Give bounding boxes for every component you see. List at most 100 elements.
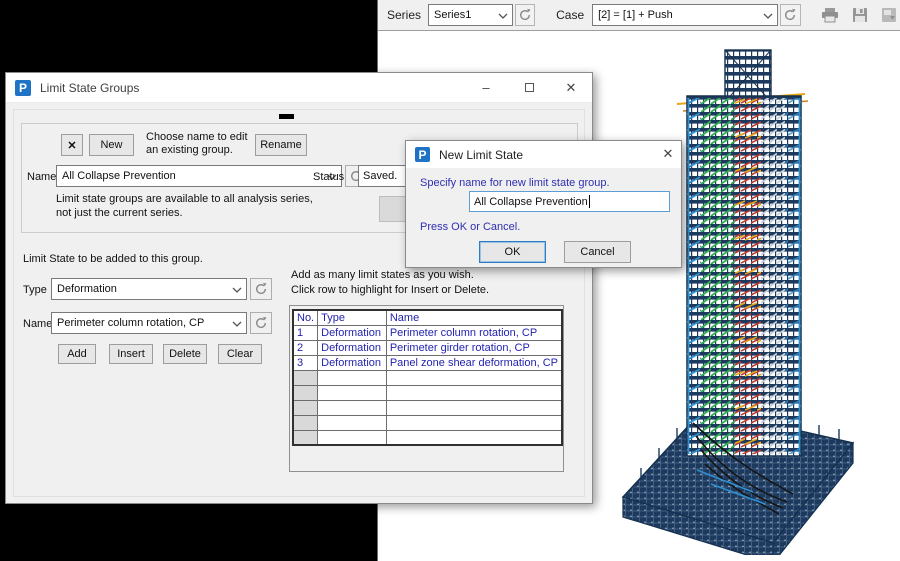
lsg-titlebar[interactable]: P Limit State Groups – ✕ — [6, 73, 592, 103]
type-value: Deformation — [57, 283, 117, 295]
table-row[interactable]: 2DeformationPerimeter girder rotation, C… — [293, 340, 562, 355]
table-cell[interactable]: Perimeter column rotation, CP — [386, 325, 562, 340]
input-text: All Collapse Prevention — [474, 196, 588, 208]
modal-instruction: Press OK or Cancel. — [420, 221, 520, 233]
add-section-heading: Limit State to be added to this group. — [23, 253, 203, 265]
table-cell[interactable]: Deformation — [318, 325, 387, 340]
rename-button[interactable]: Rename — [255, 134, 307, 156]
top-toolbar: Series Series1 Case [2] = [1] + Push — [378, 0, 900, 31]
table-row[interactable] — [293, 400, 562, 415]
table-cell[interactable] — [293, 385, 318, 400]
table-cell[interactable] — [318, 385, 387, 400]
group-name-value: All Collapse Prevention — [62, 170, 176, 182]
new-limit-state-input[interactable]: All Collapse Prevention — [469, 191, 670, 212]
case-refresh-button[interactable] — [780, 4, 801, 26]
chevron-down-icon — [232, 287, 242, 293]
save-button[interactable] — [848, 4, 871, 26]
refresh-icon — [254, 316, 268, 330]
table-row[interactable]: 3DeformationPanel zone shear deformation… — [293, 355, 562, 370]
group-name-dropdown[interactable]: All Collapse Prevention — [56, 165, 342, 187]
print-button[interactable] — [819, 4, 842, 26]
table-cell[interactable] — [318, 415, 387, 430]
table-header-row: No. Type Name — [293, 310, 562, 325]
add-button[interactable]: Add — [58, 344, 96, 364]
ls-name-value: Perimeter column rotation, CP — [57, 317, 204, 329]
table-cell[interactable] — [386, 415, 562, 430]
series-label: Series — [387, 8, 421, 22]
limit-state-groups-dialog: P Limit State Groups – ✕ ✕ New Choose na… — [5, 72, 593, 504]
modal-prompt: Specify name for new limit state group. — [420, 177, 610, 189]
ok-button[interactable]: OK — [479, 241, 546, 263]
type-dropdown[interactable]: Deformation — [51, 278, 247, 300]
ls-name-dropdown[interactable]: Perimeter column rotation, CP — [51, 312, 247, 334]
close-button[interactable]: ✕ — [556, 73, 586, 102]
limit-state-table-frame: No. Type Name 1DeformationPerimeter colu… — [289, 305, 564, 472]
status-label: Status — [313, 171, 344, 183]
note-line1: Limit state groups are available to all … — [56, 193, 313, 205]
table-cell[interactable]: Deformation — [318, 355, 387, 370]
case-value: [2] = [1] + Push — [598, 9, 673, 21]
refresh-icon — [518, 8, 532, 22]
group-name-label: Name — [27, 171, 56, 183]
table-cell[interactable] — [386, 430, 562, 445]
table-cell[interactable]: Deformation — [318, 340, 387, 355]
table-cell[interactable] — [293, 370, 318, 385]
table-cell[interactable] — [386, 385, 562, 400]
capture-button[interactable] — [878, 4, 900, 26]
chevron-down-icon — [498, 13, 508, 19]
table-cell[interactable] — [386, 370, 562, 385]
table-cell[interactable] — [318, 400, 387, 415]
x-icon: ✕ — [67, 139, 76, 152]
dialog-title: Limit State Groups — [40, 81, 139, 95]
cancel-button[interactable]: Cancel — [564, 241, 631, 263]
delete-button[interactable]: Delete — [163, 344, 207, 364]
table-row[interactable] — [293, 370, 562, 385]
text-caret — [589, 195, 590, 208]
nls-titlebar[interactable]: P New Limit State ✕ — [406, 141, 681, 168]
type-refresh-button[interactable] — [250, 278, 272, 300]
app-logo-icon: P — [415, 147, 430, 162]
save-icon — [852, 7, 868, 23]
insert-button[interactable]: Insert — [109, 344, 153, 364]
close-icon: ✕ — [663, 146, 674, 162]
limit-state-table[interactable]: No. Type Name 1DeformationPerimeter colu… — [292, 309, 563, 446]
table-cell[interactable]: Panel zone shear deformation, CP — [386, 355, 562, 370]
table-row[interactable] — [293, 385, 562, 400]
delete-group-button[interactable]: ✕ — [61, 134, 83, 156]
edit-instruction: Choose name to edit an existing group. — [146, 131, 258, 157]
new-group-button[interactable]: New — [89, 134, 134, 156]
table-row[interactable] — [293, 415, 562, 430]
table-cell[interactable]: 3 — [293, 355, 318, 370]
chevron-down-icon — [763, 13, 773, 19]
minimize-icon: – — [482, 80, 489, 95]
modal-title: New Limit State — [439, 148, 523, 162]
table-cell[interactable] — [318, 370, 387, 385]
model-3d-drawing — [601, 40, 900, 555]
limit-state-table-body: 1DeformationPerimeter column rotation, C… — [293, 325, 562, 445]
refresh-icon — [783, 8, 797, 22]
col-header-type: Type — [318, 310, 387, 325]
minimize-button[interactable]: – — [471, 73, 501, 102]
table-cell[interactable]: 1 — [293, 325, 318, 340]
table-cell[interactable]: 2 — [293, 340, 318, 355]
series-dropdown[interactable]: Series1 — [428, 4, 513, 26]
table-cell[interactable] — [318, 430, 387, 445]
table-cell[interactable] — [293, 415, 318, 430]
maximize-button[interactable] — [514, 73, 544, 102]
series-refresh-button[interactable] — [515, 4, 536, 26]
clear-button[interactable]: Clear — [218, 344, 262, 364]
case-dropdown[interactable]: [2] = [1] + Push — [592, 4, 778, 26]
table-cell[interactable] — [293, 430, 318, 445]
ls-name-refresh-button[interactable] — [250, 312, 272, 334]
table-cell[interactable]: Perimeter girder rotation, CP — [386, 340, 562, 355]
col-header-no: No. — [293, 310, 318, 325]
table-cell[interactable] — [386, 400, 562, 415]
table-row[interactable]: 1DeformationPerimeter column rotation, C… — [293, 325, 562, 340]
table-cell[interactable] — [293, 400, 318, 415]
table-row[interactable] — [293, 430, 562, 445]
app-logo-icon: P — [15, 80, 31, 96]
printer-icon — [821, 7, 839, 23]
modal-close-button[interactable]: ✕ — [653, 141, 683, 167]
series-value: Series1 — [434, 9, 471, 21]
capture-icon — [881, 7, 897, 23]
